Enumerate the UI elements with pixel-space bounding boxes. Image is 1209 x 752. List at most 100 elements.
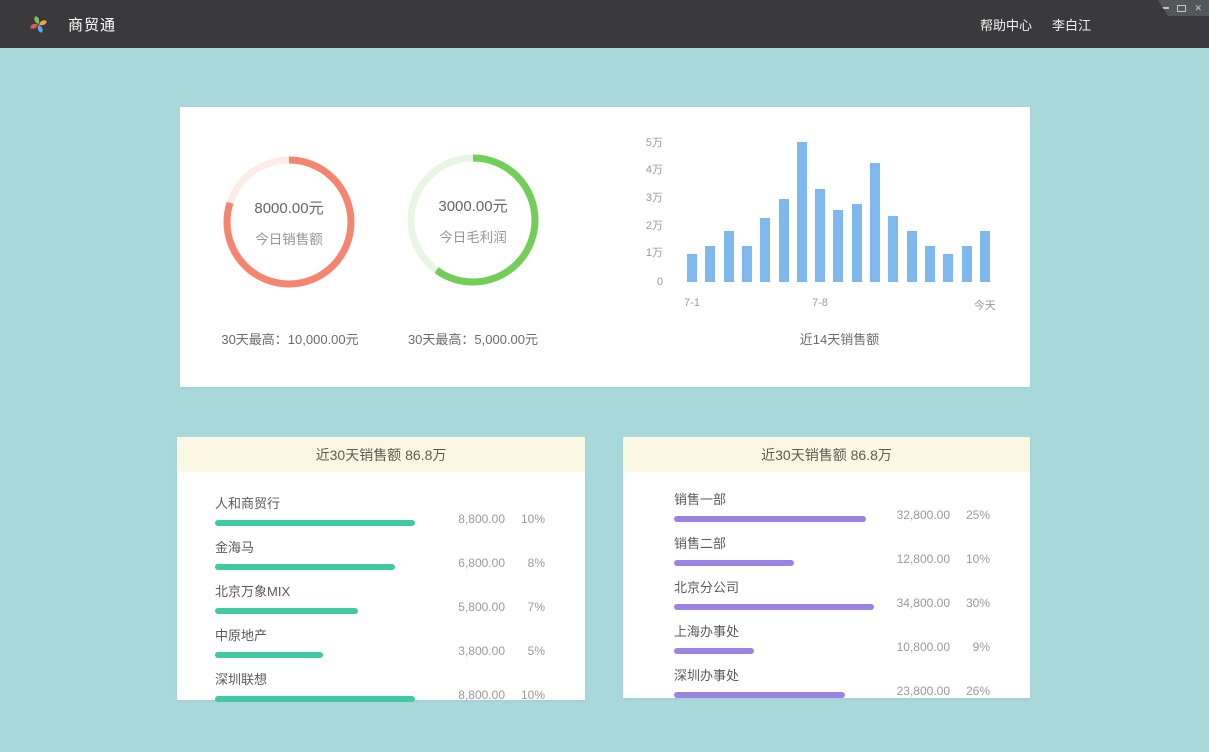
y-axis-tick: 4万 <box>613 161 663 177</box>
chart-bar <box>779 199 789 282</box>
app-window: 商贸通 帮助中心 李白江 ✕ 8000.00元 今日销售额 30天最高：10,0… <box>0 0 1209 752</box>
topbar-menu: 帮助中心 李白江 <box>980 15 1091 34</box>
y-axis-tick: 1万 <box>613 244 663 260</box>
ring-center: 8000.00元 今日销售额 <box>220 153 358 291</box>
bar-chart-plot <box>687 132 992 282</box>
today-sales-label: 今日销售额 <box>255 228 323 248</box>
rank-amount: 6,800.00 <box>415 556 505 570</box>
chart-bar <box>888 216 898 283</box>
chart-bar <box>705 246 715 282</box>
rank-row: 北京分公司34,800.0030% <box>674 577 990 610</box>
rank-amount: 8,800.00 <box>415 512 505 526</box>
rank-values: 10,800.009% <box>874 621 990 654</box>
chart-bar <box>870 163 880 282</box>
rank-percent: 10% <box>950 552 990 566</box>
rank-amount: 32,800.00 <box>874 508 950 522</box>
chart-bar <box>925 246 935 282</box>
rank-amount: 34,800.00 <box>874 596 950 610</box>
rank-bar <box>674 648 754 654</box>
rank-values: 8,800.0010% <box>415 493 545 526</box>
customer-rank-header: 近30天销售额 86.8万 <box>177 437 585 472</box>
overview-card: 8000.00元 今日销售额 30天最高：10,000.00元 3000.00元… <box>180 107 1030 387</box>
rank-bar <box>674 560 794 566</box>
rank-name: 上海办事处 <box>674 621 874 640</box>
rank-percent: 9% <box>950 640 990 654</box>
chart-bar <box>980 231 990 282</box>
rank-bar <box>674 692 845 698</box>
x-axis-label: 7-1 <box>667 297 717 309</box>
chart-bar <box>907 231 917 282</box>
rank-percent: 5% <box>505 644 545 658</box>
maximize-icon[interactable] <box>1177 5 1186 12</box>
profit-30d-max-caption: 30天最高：5,000.00元 <box>373 329 573 348</box>
bar-chart-title: 近14天销售额 <box>687 329 992 348</box>
user-account-link[interactable]: 李白江 <box>1052 15 1091 34</box>
x-axis-label: 7-8 <box>795 297 845 309</box>
rank-bar <box>674 516 866 522</box>
rank-percent: 7% <box>505 600 545 614</box>
rank-amount: 8,800.00 <box>415 688 505 702</box>
rank-percent: 26% <box>950 684 990 698</box>
chart-bar <box>833 210 843 282</box>
chart-bar <box>962 246 972 282</box>
rank-bar <box>215 564 395 570</box>
chart-bar <box>797 142 807 282</box>
customer-rank-card: 近30天销售额 86.8万 人和商贸行8,800.0010%金海马6,800.0… <box>177 437 585 700</box>
window-controls: ✕ <box>1148 0 1209 16</box>
rank-row: 北京万象MIX5,800.007% <box>215 581 545 614</box>
rank-bar <box>215 696 415 702</box>
rank-values: 12,800.0010% <box>874 533 990 566</box>
y-axis-tick: 2万 <box>613 217 663 233</box>
ring-center: 3000.00元 今日毛利润 <box>404 151 542 289</box>
chart-bar <box>815 189 825 282</box>
rank-name: 深圳办事处 <box>674 665 874 684</box>
rank-values: 32,800.0025% <box>874 489 990 522</box>
rank-name: 销售二部 <box>674 533 874 552</box>
y-axis-tick: 0 <box>613 276 663 288</box>
rank-percent: 10% <box>505 512 545 526</box>
rank-percent: 10% <box>505 688 545 702</box>
minimize-icon[interactable] <box>1161 7 1169 9</box>
rank-row: 深圳办事处23,800.0026% <box>674 665 990 698</box>
rank-amount: 10,800.00 <box>874 640 950 654</box>
rank-values: 34,800.0030% <box>874 577 990 610</box>
help-center-link[interactable]: 帮助中心 <box>980 15 1032 34</box>
rank-row: 销售二部12,800.0010% <box>674 533 990 566</box>
department-rank-header: 近30天销售额 86.8万 <box>623 437 1030 472</box>
customer-rank-list: 人和商贸行8,800.0010%金海马6,800.008%北京万象MIX5,80… <box>177 472 585 702</box>
close-icon[interactable]: ✕ <box>1194 4 1202 13</box>
rank-amount: 3,800.00 <box>415 644 505 658</box>
app-title: 商贸通 <box>68 14 116 35</box>
rank-values: 8,800.0010% <box>415 669 545 702</box>
department-rank-list: 销售一部32,800.0025%销售二部12,800.0010%北京分公司34,… <box>623 472 1030 698</box>
today-profit-ring: 3000.00元 今日毛利润 <box>404 151 542 289</box>
sales-30d-max-caption: 30天最高：10,000.00元 <box>190 329 390 348</box>
rank-row: 金海马6,800.008% <box>215 537 545 570</box>
bar-chart-yaxis: 01万2万3万4万5万 <box>613 132 663 282</box>
rank-amount: 5,800.00 <box>415 600 505 614</box>
rank-row: 销售一部32,800.0025% <box>674 489 990 522</box>
rank-amount: 12,800.00 <box>874 552 950 566</box>
rank-name: 深圳联想 <box>215 669 415 688</box>
chart-bar <box>724 231 734 282</box>
rank-amount: 23,800.00 <box>874 684 950 698</box>
rank-bar <box>215 520 415 526</box>
pinwheel-logo-icon <box>27 13 50 36</box>
rank-bar <box>674 604 874 610</box>
today-profit-value: 3000.00元 <box>438 195 507 216</box>
rank-percent: 30% <box>950 596 990 610</box>
rank-name: 北京万象MIX <box>215 581 415 600</box>
rank-name: 中原地产 <box>215 625 415 644</box>
chart-bar <box>852 204 862 282</box>
today-sales-ring: 8000.00元 今日销售额 <box>220 153 358 291</box>
rank-name: 北京分公司 <box>674 577 874 596</box>
rank-name: 人和商贸行 <box>215 493 415 512</box>
rank-bar <box>215 608 358 614</box>
topbar: 商贸通 帮助中心 李白江 ✕ <box>0 0 1209 48</box>
y-axis-tick: 5万 <box>613 134 663 150</box>
rank-name: 金海马 <box>215 537 415 556</box>
department-rank-card: 近30天销售额 86.8万 销售一部32,800.0025%销售二部12,800… <box>623 437 1030 698</box>
rank-row: 深圳联想8,800.0010% <box>215 669 545 702</box>
rank-name: 销售一部 <box>674 489 874 508</box>
chart-bar <box>760 218 770 282</box>
